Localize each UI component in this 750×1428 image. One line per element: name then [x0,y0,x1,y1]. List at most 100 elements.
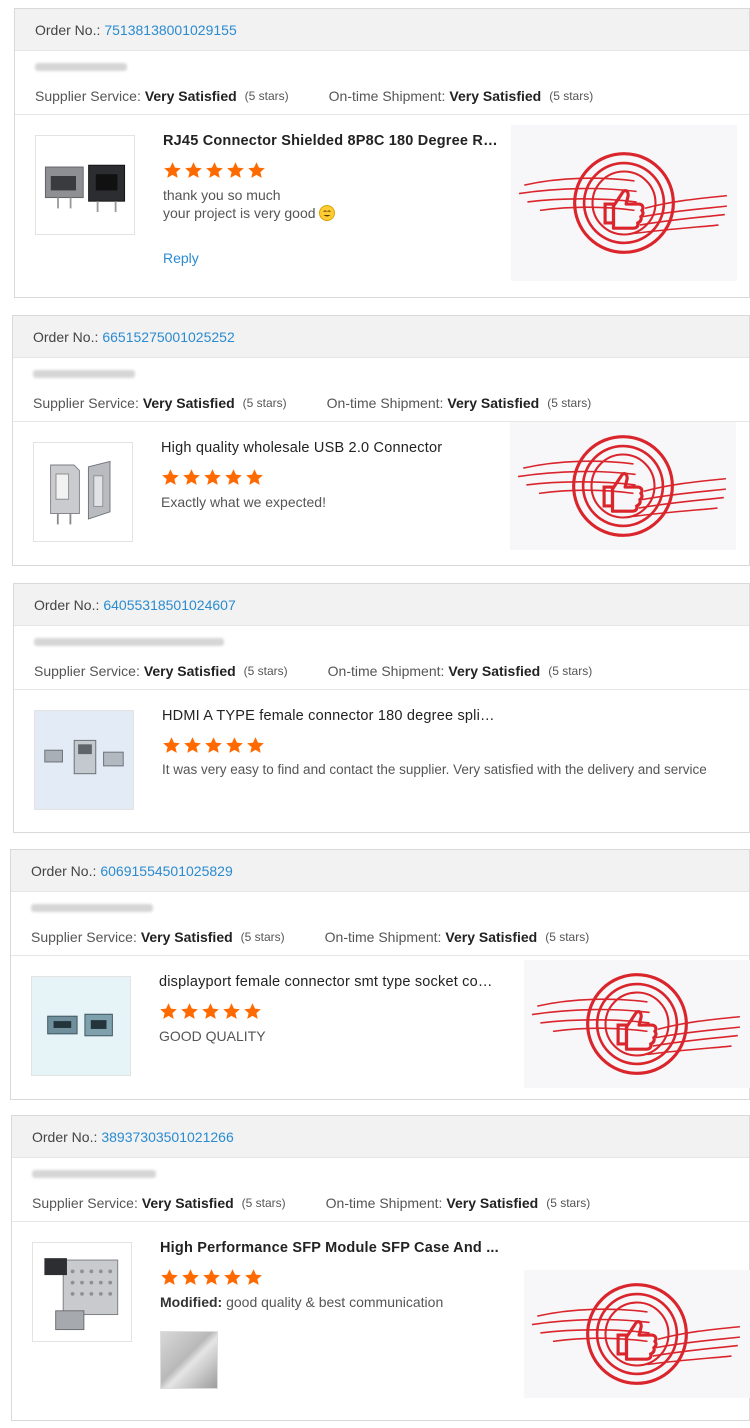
star-rating [162,736,732,755]
star-icon [203,468,222,487]
ontime-shipment-value: Very Satisfied [447,394,540,411]
supplier-service-stars: (5 stars) [244,88,289,103]
order-number-link[interactable]: 75138138001029155 [104,22,236,38]
star-rating [163,161,503,180]
star-icon [225,736,244,755]
thumbs-up-stamp-icon [511,125,737,281]
supplier-service-value: Very Satisfied [140,928,233,945]
sweat-smile-emoji-icon [319,205,336,221]
order-number-link[interactable]: 66515275001025252 [102,329,234,345]
review-content: High Performance SFP Module SFP Case And… [160,1240,500,1389]
ontime-shipment-label: On-time Shipment: [328,87,446,104]
ontime-shipment-value: Very Satisfied [448,662,541,679]
order-header: Order No.: 60691554501025829 [11,850,749,892]
ontime-shipment-stars: (5 stars) [545,929,590,944]
star-icon [181,1268,200,1287]
service-ratings: Supplier Service: Very Satisfied (5 star… [14,652,749,690]
ontime-shipment-stars: (5 stars) [546,1195,591,1210]
order-header: Order No.: 38937303501021266 [12,1116,749,1158]
review-content: RJ45 Connector Shielded 8P8C 180 Degree … [163,133,503,268]
ontime-shipment-label: On-time Shipment: [325,1194,443,1211]
star-icon [226,161,245,180]
review-text: thank you so much your project is very g… [163,186,503,222]
star-icon [222,1002,241,1021]
star-icon [162,736,181,755]
product-thumbnail[interactable] [35,135,135,235]
supplier-service-label: Supplier Service: [33,394,139,411]
product-title-link[interactable]: HDMI A TYPE female connector 180 degree … [162,708,502,724]
star-rating [161,468,501,487]
product-title-link[interactable]: displayport female connector smt type so… [159,974,499,990]
order-label: Order No.: [35,21,101,38]
order-label: Order No.: [33,328,99,345]
supplier-service-value: Very Satisfied [142,394,235,411]
product-thumbnail[interactable] [32,1242,132,1342]
review-text: GOOD QUALITY [159,1028,266,1044]
service-ratings: Supplier Service: Very Satisfied (5 star… [12,1184,749,1222]
review-line: thank you so much [163,187,281,203]
buyer-name-redacted [14,626,749,652]
product-thumbnail[interactable] [33,442,133,542]
supplier-service-label: Supplier Service: [34,662,140,679]
star-icon [205,161,224,180]
review-content: HDMI A TYPE female connector 180 degree … [162,708,732,779]
supplier-service-value: Very Satisfied [144,87,237,104]
review-card: Order No.: 64055318501024607 Supplier Se… [13,583,750,833]
ontime-shipment-label: On-time Shipment: [326,394,444,411]
order-label: Order No.: [32,1128,98,1145]
review-line: your project is very good [163,204,503,222]
star-icon [247,161,266,180]
star-icon [201,1002,220,1021]
review-line: good quality & best communication [226,1294,444,1310]
star-icon [183,736,202,755]
star-icon [184,161,203,180]
supplier-service-value: Very Satisfied [141,1194,234,1211]
order-number-link[interactable]: 38937303501021266 [101,1129,233,1145]
order-number-link[interactable]: 64055318501024607 [103,597,235,613]
supplier-service-stars: (5 stars) [241,1195,286,1210]
ontime-shipment-value: Very Satisfied [449,87,542,104]
order-number-link[interactable]: 60691554501025829 [100,863,232,879]
buyer-name-redacted [15,51,749,77]
star-icon [204,736,223,755]
product-thumbnail[interactable] [31,976,131,1076]
supplier-service-label: Supplier Service: [35,87,141,104]
review-content: displayport female connector smt type so… [159,974,499,1045]
review-text: Exactly what we expected! [161,494,326,510]
service-ratings: Supplier Service: Very Satisfied (5 star… [15,77,749,115]
review-text: It was very easy to find and contact the… [162,762,707,777]
review-text: Modified: good quality & best communicat… [160,1293,500,1311]
star-icon [223,1268,242,1287]
review-attachment-image[interactable] [160,1331,218,1389]
star-icon [243,1002,262,1021]
ontime-shipment-label: On-time Shipment: [324,928,442,945]
supplier-service-stars: (5 stars) [240,929,285,944]
star-icon [244,1268,263,1287]
ontime-shipment-stars: (5 stars) [548,663,593,678]
supplier-service-stars: (5 stars) [242,395,287,410]
product-title-link[interactable]: High Performance SFP Module SFP Case And… [160,1240,500,1256]
thumbs-up-stamp-icon [510,422,736,550]
review-content: High quality wholesale USB 2.0 Connector… [161,440,501,511]
review-card: Order No.: 75138138001029155 Supplier Se… [14,8,750,298]
supplier-service-label: Supplier Service: [31,928,137,945]
product-title-link[interactable]: RJ45 Connector Shielded 8P8C 180 Degree … [163,133,503,149]
review-card: Order No.: 60691554501025829 Supplier Se… [10,849,750,1100]
buyer-name-redacted [12,1158,749,1184]
thumbs-up-stamp-icon [524,1270,750,1398]
ontime-shipment-stars: (5 stars) [549,88,594,103]
order-header: Order No.: 64055318501024607 [14,584,749,626]
star-icon [161,468,180,487]
service-ratings: Supplier Service: Very Satisfied (5 star… [13,384,749,422]
reply-link[interactable]: Reply [163,250,199,266]
star-icon [245,468,264,487]
star-icon [202,1268,221,1287]
product-thumbnail[interactable] [34,710,134,810]
product-title-link[interactable]: High quality wholesale USB 2.0 Connector [161,440,501,456]
modified-label: Modified: [160,1294,223,1310]
review-card: Order No.: 38937303501021266 Supplier Se… [11,1115,750,1421]
ontime-shipment-value: Very Satisfied [446,1194,539,1211]
buyer-name-redacted [13,358,749,384]
ontime-shipment-value: Very Satisfied [445,928,538,945]
supplier-service-stars: (5 stars) [243,663,288,678]
